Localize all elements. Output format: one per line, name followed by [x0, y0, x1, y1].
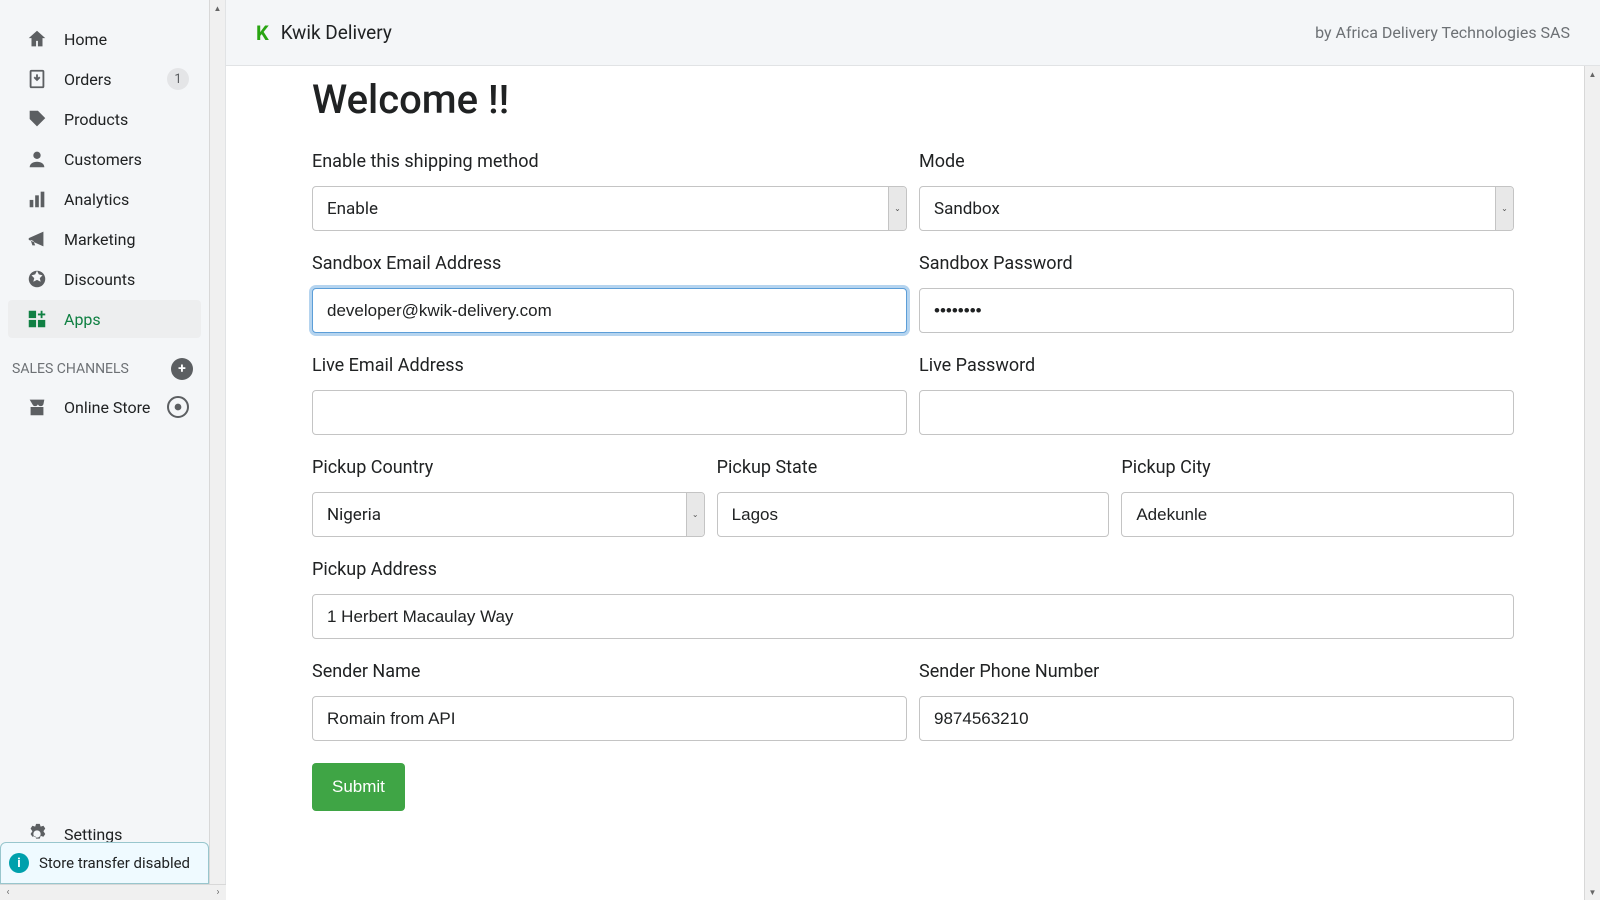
home-icon — [26, 28, 48, 50]
sandbox-email-label: Sandbox Email Address — [312, 253, 907, 274]
app-name: Kwik Delivery — [281, 21, 392, 44]
sales-channels-header: SALES CHANNELS + — [0, 340, 209, 386]
chevron-down-icon: ⌄ — [686, 493, 704, 536]
content-scrollbar[interactable]: ▲ ▼ — [1584, 66, 1600, 900]
channel-label: Online Store — [64, 398, 150, 417]
nav-label: Customers — [64, 150, 142, 169]
scroll-left-icon[interactable]: ‹ — [0, 885, 16, 900]
pickup-country-label: Pickup Country — [312, 457, 705, 478]
pickup-state-label: Pickup State — [717, 457, 1110, 478]
orders-badge: 1 — [167, 68, 189, 90]
nav-label: Products — [64, 110, 128, 129]
nav-customers[interactable]: Customers — [8, 140, 201, 178]
store-icon — [26, 396, 48, 418]
scroll-down-icon[interactable]: ▼ — [1585, 884, 1600, 900]
info-icon: i — [9, 853, 29, 873]
sandbox-email-input[interactable] — [312, 288, 907, 333]
h-scrollbar[interactable]: ‹ › — [0, 884, 226, 900]
mode-select[interactable]: Sandbox ⌄ — [919, 186, 1514, 231]
sidebar: Home Orders 1 Products Customers — [0, 0, 226, 900]
nav-label: Orders — [64, 70, 111, 89]
live-password-input[interactable] — [919, 390, 1514, 435]
nav-home[interactable]: Home — [8, 20, 201, 58]
notice-bar[interactable]: i Store transfer disabled — [0, 842, 209, 884]
nav-apps[interactable]: Apps — [8, 300, 201, 338]
customers-icon — [26, 148, 48, 170]
channel-online-store[interactable]: Online Store — [8, 388, 201, 426]
nav-label: Marketing — [64, 230, 135, 249]
products-icon — [26, 108, 48, 130]
sender-name-input[interactable] — [312, 696, 907, 741]
nav-discounts[interactable]: Discounts — [8, 260, 201, 298]
analytics-icon — [26, 188, 48, 210]
scroll-right-icon[interactable]: › — [210, 885, 226, 900]
kwik-logo-icon: K — [256, 21, 269, 45]
nav-label: Apps — [64, 310, 101, 329]
section-label: SALES CHANNELS — [12, 361, 129, 377]
pickup-state-input[interactable] — [717, 492, 1110, 537]
content: Welcome !! Enable this shipping method E… — [226, 66, 1600, 900]
nav-label: Home — [64, 30, 107, 49]
notice-text: Store transfer disabled — [39, 854, 190, 872]
live-email-label: Live Email Address — [312, 355, 907, 376]
add-channel-icon[interactable]: + — [171, 358, 193, 380]
live-email-input[interactable] — [312, 390, 907, 435]
scroll-up-icon[interactable]: ▲ — [210, 0, 225, 16]
submit-button[interactable]: Submit — [312, 763, 405, 811]
main: K Kwik Delivery by Africa Delivery Techn… — [226, 0, 1600, 900]
chevron-down-icon: ⌄ — [888, 187, 906, 230]
scroll-up-icon[interactable]: ▲ — [1585, 66, 1600, 82]
live-password-label: Live Password — [919, 355, 1514, 376]
page-title: Welcome !! — [312, 76, 1514, 123]
settings-label: Settings — [64, 825, 122, 844]
sender-phone-label: Sender Phone Number — [919, 661, 1514, 682]
orders-icon — [26, 68, 48, 90]
enable-select[interactable]: Enable ⌄ — [312, 186, 907, 231]
marketing-icon — [26, 228, 48, 250]
pickup-city-input[interactable] — [1121, 492, 1514, 537]
enable-label: Enable this shipping method — [312, 151, 907, 172]
sandbox-password-label: Sandbox Password — [919, 253, 1514, 274]
sender-name-label: Sender Name — [312, 661, 907, 682]
topbar: K Kwik Delivery by Africa Delivery Techn… — [226, 0, 1600, 66]
byline: by Africa Delivery Technologies SAS — [1315, 23, 1570, 42]
nav-label: Analytics — [64, 190, 129, 209]
sandbox-password-input[interactable] — [919, 288, 1514, 333]
pickup-country-select[interactable]: Nigeria ⌄ — [312, 492, 705, 537]
mode-label: Mode — [919, 151, 1514, 172]
view-store-icon[interactable] — [167, 396, 189, 418]
discounts-icon — [26, 268, 48, 290]
nav-orders[interactable]: Orders 1 — [8, 60, 201, 98]
mode-value: Sandbox — [934, 199, 1000, 219]
app-logo: K Kwik Delivery — [256, 21, 392, 45]
pickup-city-label: Pickup City — [1121, 457, 1514, 478]
nav-marketing[interactable]: Marketing — [8, 220, 201, 258]
enable-value: Enable — [327, 199, 378, 219]
apps-icon — [26, 308, 48, 330]
sidebar-scrollbar[interactable]: ▲ ▼ — [209, 0, 225, 900]
nav-label: Discounts — [64, 270, 135, 289]
sender-phone-input[interactable] — [919, 696, 1514, 741]
pickup-address-label: Pickup Address — [312, 559, 1514, 580]
pickup-address-input[interactable] — [312, 594, 1514, 639]
nav-products[interactable]: Products — [8, 100, 201, 138]
chevron-down-icon: ⌄ — [1495, 187, 1513, 230]
pickup-country-value: Nigeria — [327, 505, 381, 525]
nav-analytics[interactable]: Analytics — [8, 180, 201, 218]
